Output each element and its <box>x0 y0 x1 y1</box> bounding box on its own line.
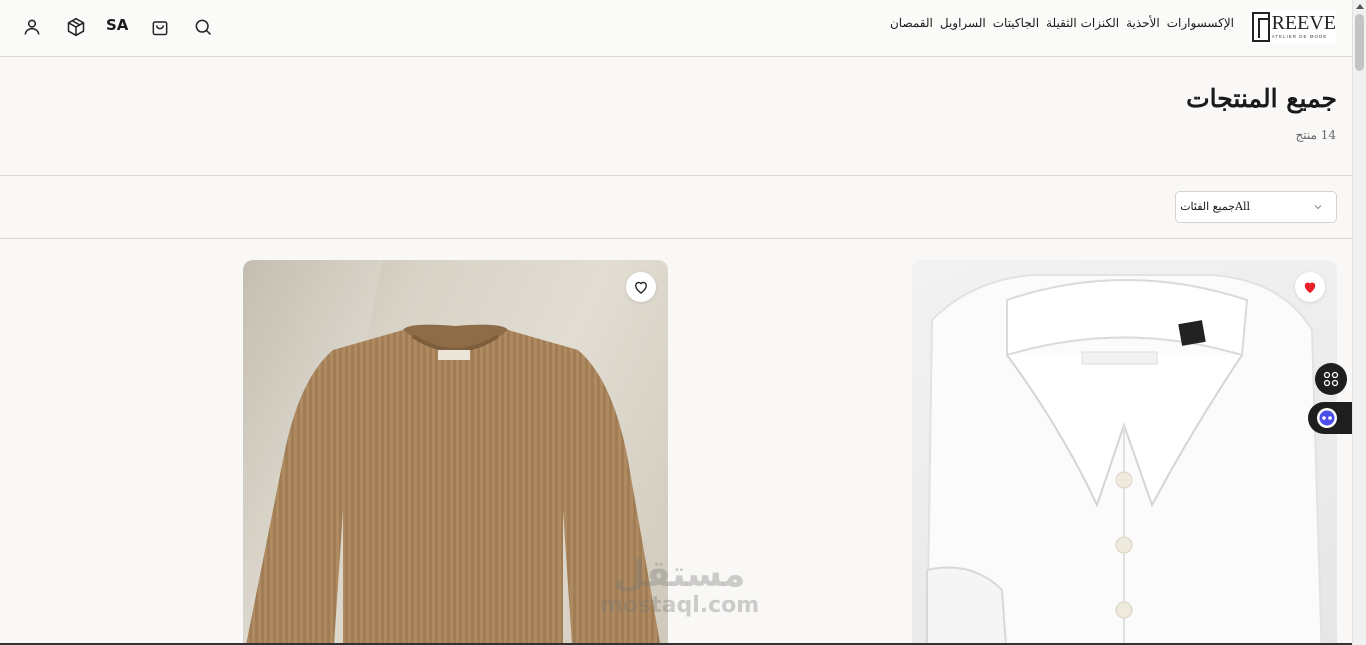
brand-logo[interactable]: REEVE ATELIER DE MODE <box>1250 9 1336 44</box>
cart-bag-icon[interactable] <box>148 14 172 40</box>
scrollbar-thumb[interactable] <box>1355 14 1364 71</box>
orders-box-icon[interactable] <box>64 14 88 40</box>
favorite-button[interactable] <box>626 272 656 302</box>
page-scrollbar[interactable] <box>1352 0 1366 645</box>
nav-item-shirts[interactable]: القمصان <box>890 16 933 30</box>
watermark: مستقل mostaql.com <box>600 555 759 617</box>
apps-widget-button[interactable] <box>1315 363 1347 395</box>
account-icon[interactable] <box>20 14 44 40</box>
chevron-down-icon <box>1314 205 1322 210</box>
assistant-widget-button[interactable] <box>1308 402 1352 434</box>
divider <box>0 238 1352 239</box>
logo-mark-icon <box>1252 11 1270 42</box>
logo-name: REEVE <box>1271 12 1336 34</box>
category-filter-select[interactable]: Allجميع الفئات <box>1175 191 1337 223</box>
search-icon[interactable] <box>191 14 215 40</box>
nav-item-shoes[interactable]: الأحذية <box>1126 16 1160 30</box>
nav-item-accessories[interactable]: الإكسسوارات <box>1167 16 1234 30</box>
watermark-arabic: مستقل <box>613 554 746 595</box>
shirt-image <box>926 274 1323 645</box>
product-count: 14 منتج <box>1295 128 1336 142</box>
assistant-bot-icon <box>1317 408 1337 428</box>
page-title: جميع المنتجات <box>1186 84 1337 113</box>
site-header: SA القمصان السراويل الجاكيتات الكنزات ال… <box>0 0 1352 57</box>
heart-outline-icon <box>635 281 647 294</box>
scroll-up-arrow-icon[interactable] <box>1356 4 1364 9</box>
language-switch[interactable]: SA <box>106 16 128 34</box>
nav-item-heavy-sweaters[interactable]: الكنزات الثقيلة <box>1046 16 1119 30</box>
product-card-shirt[interactable] <box>912 260 1337 645</box>
divider <box>0 175 1352 176</box>
favorite-button[interactable] <box>1295 272 1325 302</box>
category-filter-value: Allجميع الفئات <box>1180 200 1250 213</box>
apps-grid-icon <box>1323 371 1339 387</box>
main-nav: القمصان السراويل الجاكيتات الكنزات الثقي… <box>890 16 1234 30</box>
watermark-url: mostaql.com <box>600 593 760 618</box>
logo-tagline: ATELIER DE MODE <box>1271 34 1328 39</box>
nav-item-trousers[interactable]: السراويل <box>940 16 986 30</box>
heart-filled-icon <box>1304 282 1316 293</box>
nav-item-jackets[interactable]: الجاكيتات <box>993 16 1039 30</box>
